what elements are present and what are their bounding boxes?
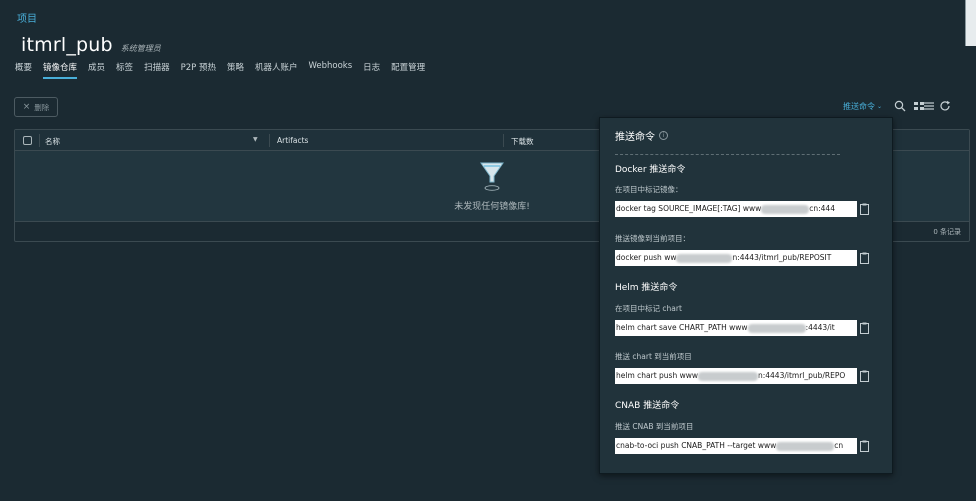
docker-push-command-text: docker push ww <box>616 253 677 262</box>
tab-summary[interactable]: 概要 <box>15 61 32 79</box>
cnab-push-command-text: cnab-to-oci push CNAB_PATH --target www <box>616 441 777 450</box>
helm-push-command-text: helm chart push www <box>616 371 698 380</box>
helm-push-command-tail: n:4443/itmrl_pub/REPO <box>757 371 846 380</box>
helm-tag-command-text: helm chart save CHART_PATH www <box>616 323 748 332</box>
helm-push-label: 推送 chart 到当前项目 <box>615 352 692 361</box>
delete-button[interactable]: × 删除 <box>14 97 58 117</box>
cnab-push-command-tail: cn <box>834 441 844 450</box>
docker-push-command-tail: n:4443/itmrl_pub/REPOSIT <box>732 253 832 262</box>
tab-labels[interactable]: 标签 <box>116 61 133 79</box>
cnab-push-command[interactable]: cnab-to-oci push CNAB_PATH --target www c… <box>615 438 857 454</box>
helm-tag-command[interactable]: helm chart save CHART_PATH www :4443/it <box>615 320 857 336</box>
copy-icon[interactable] <box>860 203 869 215</box>
refresh-icon[interactable] <box>939 100 951 112</box>
list-view-icon[interactable] <box>923 100 935 112</box>
copy-icon[interactable] <box>860 322 869 334</box>
redacted-host <box>697 371 758 381</box>
select-all-checkbox[interactable] <box>23 135 32 145</box>
tab-p2p-preheat[interactable]: P2P 预热 <box>181 61 216 79</box>
breadcrumb[interactable]: 项目 <box>17 10 37 25</box>
panel-title-text: 推送命令 <box>615 132 655 143</box>
docker-tag-command-text: docker tag SOURCE_IMAGE[:TAG] www <box>616 204 762 213</box>
tab-configuration[interactable]: 配置管理 <box>391 61 425 79</box>
copy-icon[interactable] <box>860 440 869 452</box>
filter-icon[interactable]: ▼ <box>253 136 258 143</box>
info-icon[interactable]: i <box>659 131 668 140</box>
docker-tag-command-tail: cn:444 <box>809 204 835 213</box>
tab-webhooks[interactable]: Webhooks <box>308 61 352 79</box>
column-downloads[interactable]: 下载数 <box>511 136 534 147</box>
project-header: itmrl_pub 系统管理员 <box>21 34 161 56</box>
docker-push-command[interactable]: docker push ww n:4443/itmrl_pub/REPOSIT <box>615 250 857 266</box>
tab-repositories[interactable]: 镜像仓库 <box>43 61 78 79</box>
docker-tag-label: 在项目中标记镜像： <box>615 185 683 194</box>
cnab-push-label: 推送 CNAB 到当前项目 <box>615 422 694 431</box>
empty-filter-icon <box>480 162 504 191</box>
copy-icon[interactable] <box>860 370 869 382</box>
page-title: itmrl_pub <box>21 34 113 56</box>
tab-logs[interactable]: 日志 <box>363 61 380 79</box>
docker-tag-command[interactable]: docker tag SOURCE_IMAGE[:TAG] www cn:444 <box>615 201 857 217</box>
panel-title: 推送命令 i <box>615 128 668 143</box>
project-tabs: 概要 镜像仓库 成员 标签 扫描器 P2P 预热 策略 机器人账户 Webhoo… <box>15 61 436 79</box>
empty-state-text: 未发现任何镜像库! <box>454 201 530 212</box>
copy-icon[interactable] <box>860 252 869 264</box>
role-label: 系统管理员 <box>120 44 161 53</box>
panel-divider <box>615 154 840 155</box>
redacted-host <box>676 253 733 263</box>
tab-policy[interactable]: 策略 <box>227 61 244 79</box>
side-edge-tab[interactable] <box>965 0 976 46</box>
helm-push-command[interactable]: helm chart push www n:4443/itmrl_pub/REPO <box>615 368 857 384</box>
tab-members[interactable]: 成员 <box>88 61 105 79</box>
column-name[interactable]: 名称 <box>45 136 60 147</box>
tab-robot-accounts[interactable]: 机器人账户 <box>255 61 298 79</box>
column-artifacts[interactable]: Artifacts <box>277 136 308 145</box>
redacted-host <box>761 204 810 214</box>
cnab-section-title: CNAB 推送命令 <box>615 401 680 411</box>
docker-section-title: Docker 推送命令 <box>615 165 686 175</box>
delete-button-label: 删除 <box>34 102 50 112</box>
tab-scanner[interactable]: 扫描器 <box>144 61 170 79</box>
helm-tag-command-tail: :4443/it <box>805 323 835 332</box>
redacted-host <box>747 323 806 333</box>
helm-tag-label: 在项目中标记 chart <box>615 304 682 313</box>
push-command-button[interactable]: 推送命令 ⌄ <box>843 101 882 112</box>
push-command-panel: 推送命令 i Docker 推送命令 在项目中标记镜像： docker tag … <box>599 117 893 474</box>
record-count: 0 条记录 <box>933 227 961 236</box>
push-command-label: 推送命令 <box>843 102 875 111</box>
redacted-host <box>776 441 835 451</box>
close-icon: × <box>22 102 31 112</box>
search-icon[interactable] <box>894 100 906 112</box>
chevron-down-icon: ⌄ <box>877 103 883 110</box>
docker-push-label: 推送镜像到当前项目： <box>615 234 690 243</box>
helm-section-title: Helm 推送命令 <box>615 283 678 293</box>
